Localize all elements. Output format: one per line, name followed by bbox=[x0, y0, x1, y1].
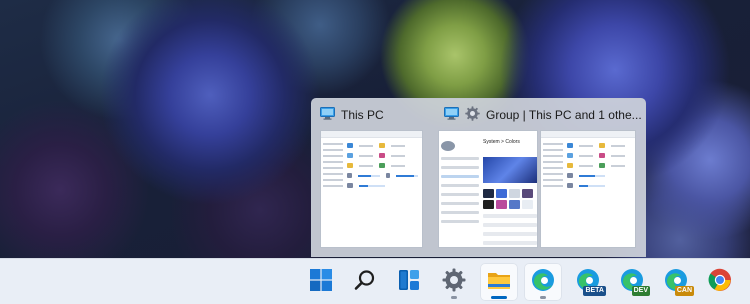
settings-thumb-heading: System > Colors bbox=[483, 139, 520, 145]
gear-icon bbox=[442, 268, 466, 297]
taskbar: BETA DEV CAN bbox=[0, 258, 750, 304]
settings-taskbar-button[interactable] bbox=[435, 263, 473, 301]
monitor-icon bbox=[320, 107, 335, 123]
folder-icon bbox=[487, 269, 511, 296]
search-icon bbox=[354, 269, 376, 296]
preview-card-title: This PC bbox=[341, 108, 384, 122]
preview-card-title: Group | This PC and 1 othe... bbox=[486, 108, 642, 122]
preview-card-header: This PC bbox=[320, 106, 384, 124]
gear-icon bbox=[465, 106, 480, 124]
preview-thumbnail-settings[interactable]: System > Colors bbox=[438, 130, 538, 248]
edge-taskbar-button[interactable] bbox=[524, 263, 562, 301]
edge-beta-taskbar-button[interactable]: BETA bbox=[569, 263, 607, 301]
preview-thumbnail-explorer[interactable] bbox=[320, 130, 423, 248]
widgets-icon bbox=[398, 269, 420, 296]
windows-logo-icon bbox=[310, 268, 332, 296]
active-indicator bbox=[491, 296, 507, 299]
running-indicator bbox=[451, 296, 457, 299]
preview-card-header: Group | This PC and 1 othe... bbox=[444, 106, 642, 124]
monitor-icon bbox=[444, 107, 459, 123]
dev-badge: DEV bbox=[631, 286, 650, 296]
preview-card-group[interactable]: Group | This PC and 1 othe... System > C… bbox=[436, 99, 646, 257]
taskbar-preview-flyout: This PC Group | This PC and 1 othe... Sy… bbox=[311, 98, 646, 257]
beta-badge: BETA bbox=[583, 286, 606, 296]
widgets-button[interactable] bbox=[390, 263, 428, 301]
chrome-icon bbox=[708, 268, 732, 297]
edge-canary-taskbar-button[interactable]: CAN bbox=[657, 263, 695, 301]
running-indicator bbox=[540, 296, 546, 299]
edge-dev-taskbar-button[interactable]: DEV bbox=[613, 263, 651, 301]
preview-thumbnail-explorer[interactable] bbox=[540, 130, 636, 248]
edge-icon bbox=[531, 268, 555, 297]
chrome-taskbar-button[interactable] bbox=[701, 263, 739, 301]
preview-card-this-pc[interactable]: This PC bbox=[312, 99, 434, 257]
search-button[interactable] bbox=[346, 263, 384, 301]
canary-badge: CAN bbox=[674, 286, 694, 296]
start-button[interactable] bbox=[302, 263, 340, 301]
file-explorer-taskbar-button[interactable] bbox=[480, 263, 518, 301]
